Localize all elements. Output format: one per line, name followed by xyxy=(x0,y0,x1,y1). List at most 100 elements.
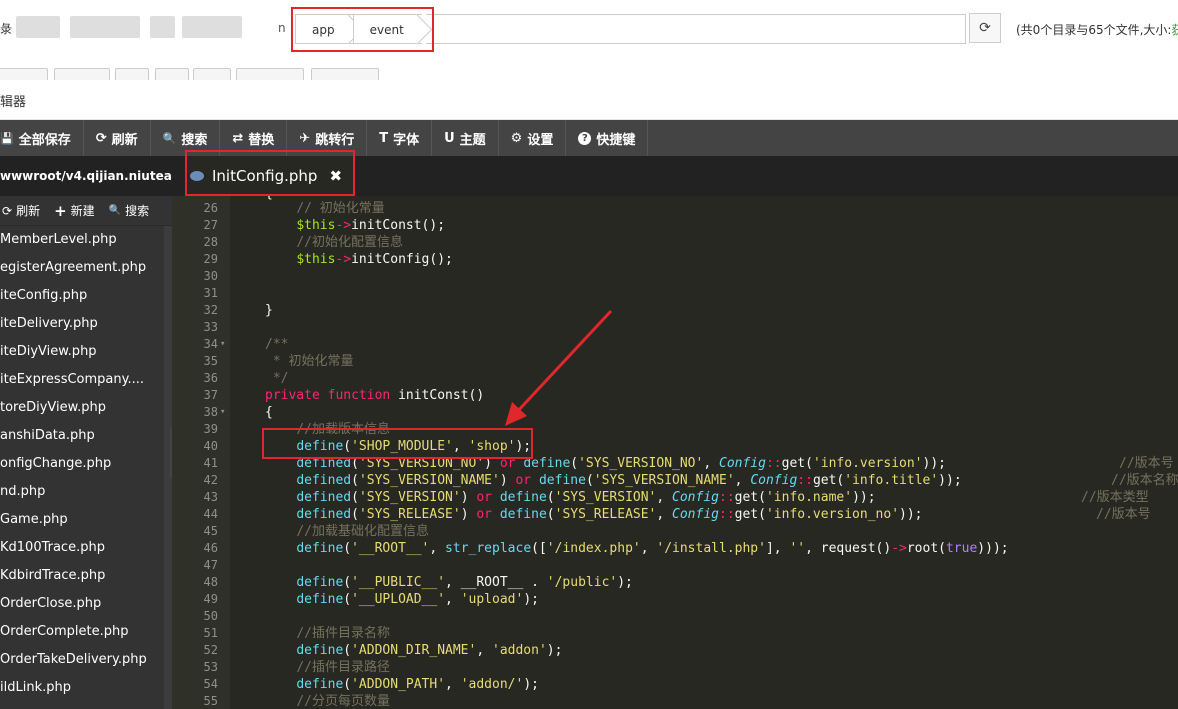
code-line: 55 //分页每页数量 xyxy=(172,693,1178,709)
theme-button[interactable]: U 主题 xyxy=(432,120,499,156)
line-number: 30 xyxy=(203,269,218,283)
file-list-item[interactable]: ildLink.php xyxy=(0,674,172,702)
code-text: $this->initConfig(); xyxy=(296,252,453,267)
file-list-item[interactable]: Kd100Trace.php xyxy=(0,534,172,562)
sidebar-toolbar: ⟳ 刷新 + 新建 🔍 搜索 xyxy=(0,196,172,226)
code-line: 50 xyxy=(172,608,1178,625)
action-button[interactable] xyxy=(155,68,189,80)
redacted-path-segment xyxy=(70,16,140,38)
highlight-box-breadcrumb xyxy=(291,7,434,52)
fold-toggle-icon[interactable]: ▾ xyxy=(220,336,225,353)
sidebar-refresh-button[interactable]: ⟳ 刷新 xyxy=(2,202,40,219)
action-button[interactable] xyxy=(311,68,379,80)
file-list-item[interactable]: nd.php xyxy=(0,478,172,506)
code-line: 38 ▾ { xyxy=(172,404,1178,421)
line-number: 29 xyxy=(203,252,218,266)
line-number: 51 xyxy=(203,626,218,640)
sidebar-root-path: wwwroot/v4.qijian.niutea... xyxy=(0,169,172,183)
shortcuts-button[interactable]: ? 快捷键 xyxy=(566,120,649,156)
code-text: defined('SYS_VERSION_NAME') or define('S… xyxy=(296,473,962,488)
file-list-item[interactable]: egisterAgreement.php xyxy=(0,254,172,282)
trailing-comment: //版本类型 xyxy=(1081,490,1149,505)
path-segment-tail: n xyxy=(278,21,286,35)
line-number: 38 xyxy=(203,405,218,419)
plus-icon: + xyxy=(54,201,67,220)
line-number: 52 xyxy=(203,643,218,657)
refresh-icon: ⟳ xyxy=(979,20,991,36)
highlight-box-define-line xyxy=(262,428,533,459)
code-line: 53 //插件目录路径 xyxy=(172,659,1178,676)
font-button[interactable]: T 字体 xyxy=(367,120,433,156)
refresh-icon: ⟳ xyxy=(95,130,107,146)
file-list-item[interactable]: onfigChange.php xyxy=(0,450,172,478)
sidebar-new-button[interactable]: + 新建 xyxy=(54,202,95,220)
code-text: //初始化配置信息 xyxy=(296,235,403,250)
action-button[interactable] xyxy=(0,68,48,80)
code-text: define('__PUBLIC__', __ROOT__ . '/public… xyxy=(296,575,633,590)
code-line: 42 defined('SYS_VERSION_NAME') or define… xyxy=(172,472,1178,489)
line-number: 35 xyxy=(203,354,218,368)
action-button[interactable] xyxy=(54,68,110,80)
code-text: //分页每页数量 xyxy=(296,694,390,709)
code-text: } xyxy=(265,303,273,318)
theme-icon: U xyxy=(444,130,455,146)
line-number: 49 xyxy=(203,592,218,606)
sidebar-search-button[interactable]: 🔍 搜索 xyxy=(109,202,149,219)
line-number: 43 xyxy=(203,490,218,504)
line-number: 34 xyxy=(203,337,218,351)
file-list-item[interactable]: iteExpressCompany.... xyxy=(0,366,172,394)
action-button[interactable] xyxy=(236,68,304,80)
file-list-item[interactable]: toreDiyView.php xyxy=(0,394,172,422)
line-number: 28 xyxy=(203,235,218,249)
fold-toggle-icon[interactable]: ▾ xyxy=(220,404,225,421)
code-text: define('__ROOT__', str_replace(['/index.… xyxy=(296,541,1009,556)
code-text: define('__UPLOAD__', 'upload'); xyxy=(296,592,539,607)
file-list-item[interactable]: iteDiyView.php xyxy=(0,338,172,366)
code-line: 48 define('__PUBLIC__', __ROOT__ . '/pub… xyxy=(172,574,1178,591)
code-line: 26 // 初始化常量 xyxy=(172,200,1178,217)
line-number: 31 xyxy=(203,286,218,300)
file-list-item[interactable]: MemberLevel.php xyxy=(0,226,172,254)
file-tab-bar: wwwroot/v4.qijian.niutea... InitConfig.p… xyxy=(0,156,1178,196)
file-list-item[interactable]: iteConfig.php xyxy=(0,282,172,310)
code-line: 32} xyxy=(172,302,1178,319)
code-line: 54 define('ADDON_PATH', 'addon/'); xyxy=(172,676,1178,693)
file-list-item[interactable]: OrderClose.php xyxy=(0,590,172,618)
code-line: 45 //加载基础化配置信息 xyxy=(172,523,1178,540)
replace-icon: ⇄ xyxy=(232,130,244,146)
path-bar: 彔 n app event ⟳ (共0个目录与65个文件,大小:获 xyxy=(0,0,1178,60)
code-line: 49 define('__UPLOAD__', 'upload'); xyxy=(172,591,1178,608)
code-text: defined('SYS_VERSION') or define('SYS_VE… xyxy=(296,490,876,505)
code-text: defined('SYS_RELEASE') or define('SYS_RE… xyxy=(296,507,923,522)
question-icon: ? xyxy=(578,131,592,145)
code-line: 31 xyxy=(172,285,1178,302)
action-button[interactable] xyxy=(115,68,149,80)
file-list-item[interactable]: iteDelivery.php xyxy=(0,310,172,338)
line-number: 39 xyxy=(203,422,218,436)
code-text: */ xyxy=(265,371,289,386)
save-all-button[interactable]: 💾 全部保存 xyxy=(0,120,84,156)
code-line: 46 define('__ROOT__', str_replace(['/ind… xyxy=(172,540,1178,557)
code-line: 44 defined('SYS_RELEASE') or define('SYS… xyxy=(172,506,1178,523)
path-input-area[interactable] xyxy=(425,14,966,44)
code-text: $this->initConst(); xyxy=(296,218,446,233)
trailing-comment: //版本号 xyxy=(1119,456,1174,471)
path-prefix: 彔 xyxy=(0,22,13,36)
redacted-path-segment xyxy=(182,16,242,38)
refresh-button[interactable]: ⟳ 刷新 xyxy=(84,120,151,156)
gear-icon: ⚙ xyxy=(510,130,523,146)
file-list-item[interactable]: anshiData.php xyxy=(0,422,172,450)
path-refresh-button[interactable]: ⟳ xyxy=(969,13,1001,43)
line-number: 41 xyxy=(203,456,218,470)
line-number: 27 xyxy=(203,218,218,232)
file-list-item[interactable]: OrderTakeDelivery.php xyxy=(0,646,172,674)
save-icon: 💾 xyxy=(0,131,14,145)
jump-icon: ✈ xyxy=(299,130,311,146)
code-line: 30 xyxy=(172,268,1178,285)
file-list-item[interactable]: OrderComplete.php xyxy=(0,618,172,646)
code-line: 33 xyxy=(172,319,1178,336)
file-list-item[interactable]: Game.php xyxy=(0,506,172,534)
action-button[interactable] xyxy=(193,68,231,80)
settings-button[interactable]: ⚙ 设置 xyxy=(499,120,567,156)
file-list-item[interactable]: KdbirdTrace.php xyxy=(0,562,172,590)
